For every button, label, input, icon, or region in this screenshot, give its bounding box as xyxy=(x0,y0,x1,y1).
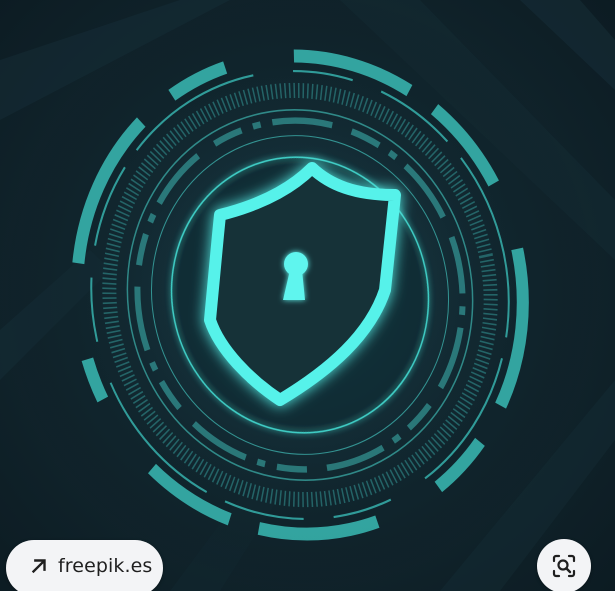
visual-search-icon xyxy=(552,554,576,578)
image-viewer: freepik.es xyxy=(0,0,615,591)
visual-search-button[interactable] xyxy=(537,539,591,591)
source-domain-label: freepik.es xyxy=(58,555,153,577)
source-link-chip[interactable]: freepik.es xyxy=(6,540,163,591)
arrow-up-right-icon xyxy=(31,559,46,574)
cybersecurity-artwork xyxy=(0,0,615,591)
